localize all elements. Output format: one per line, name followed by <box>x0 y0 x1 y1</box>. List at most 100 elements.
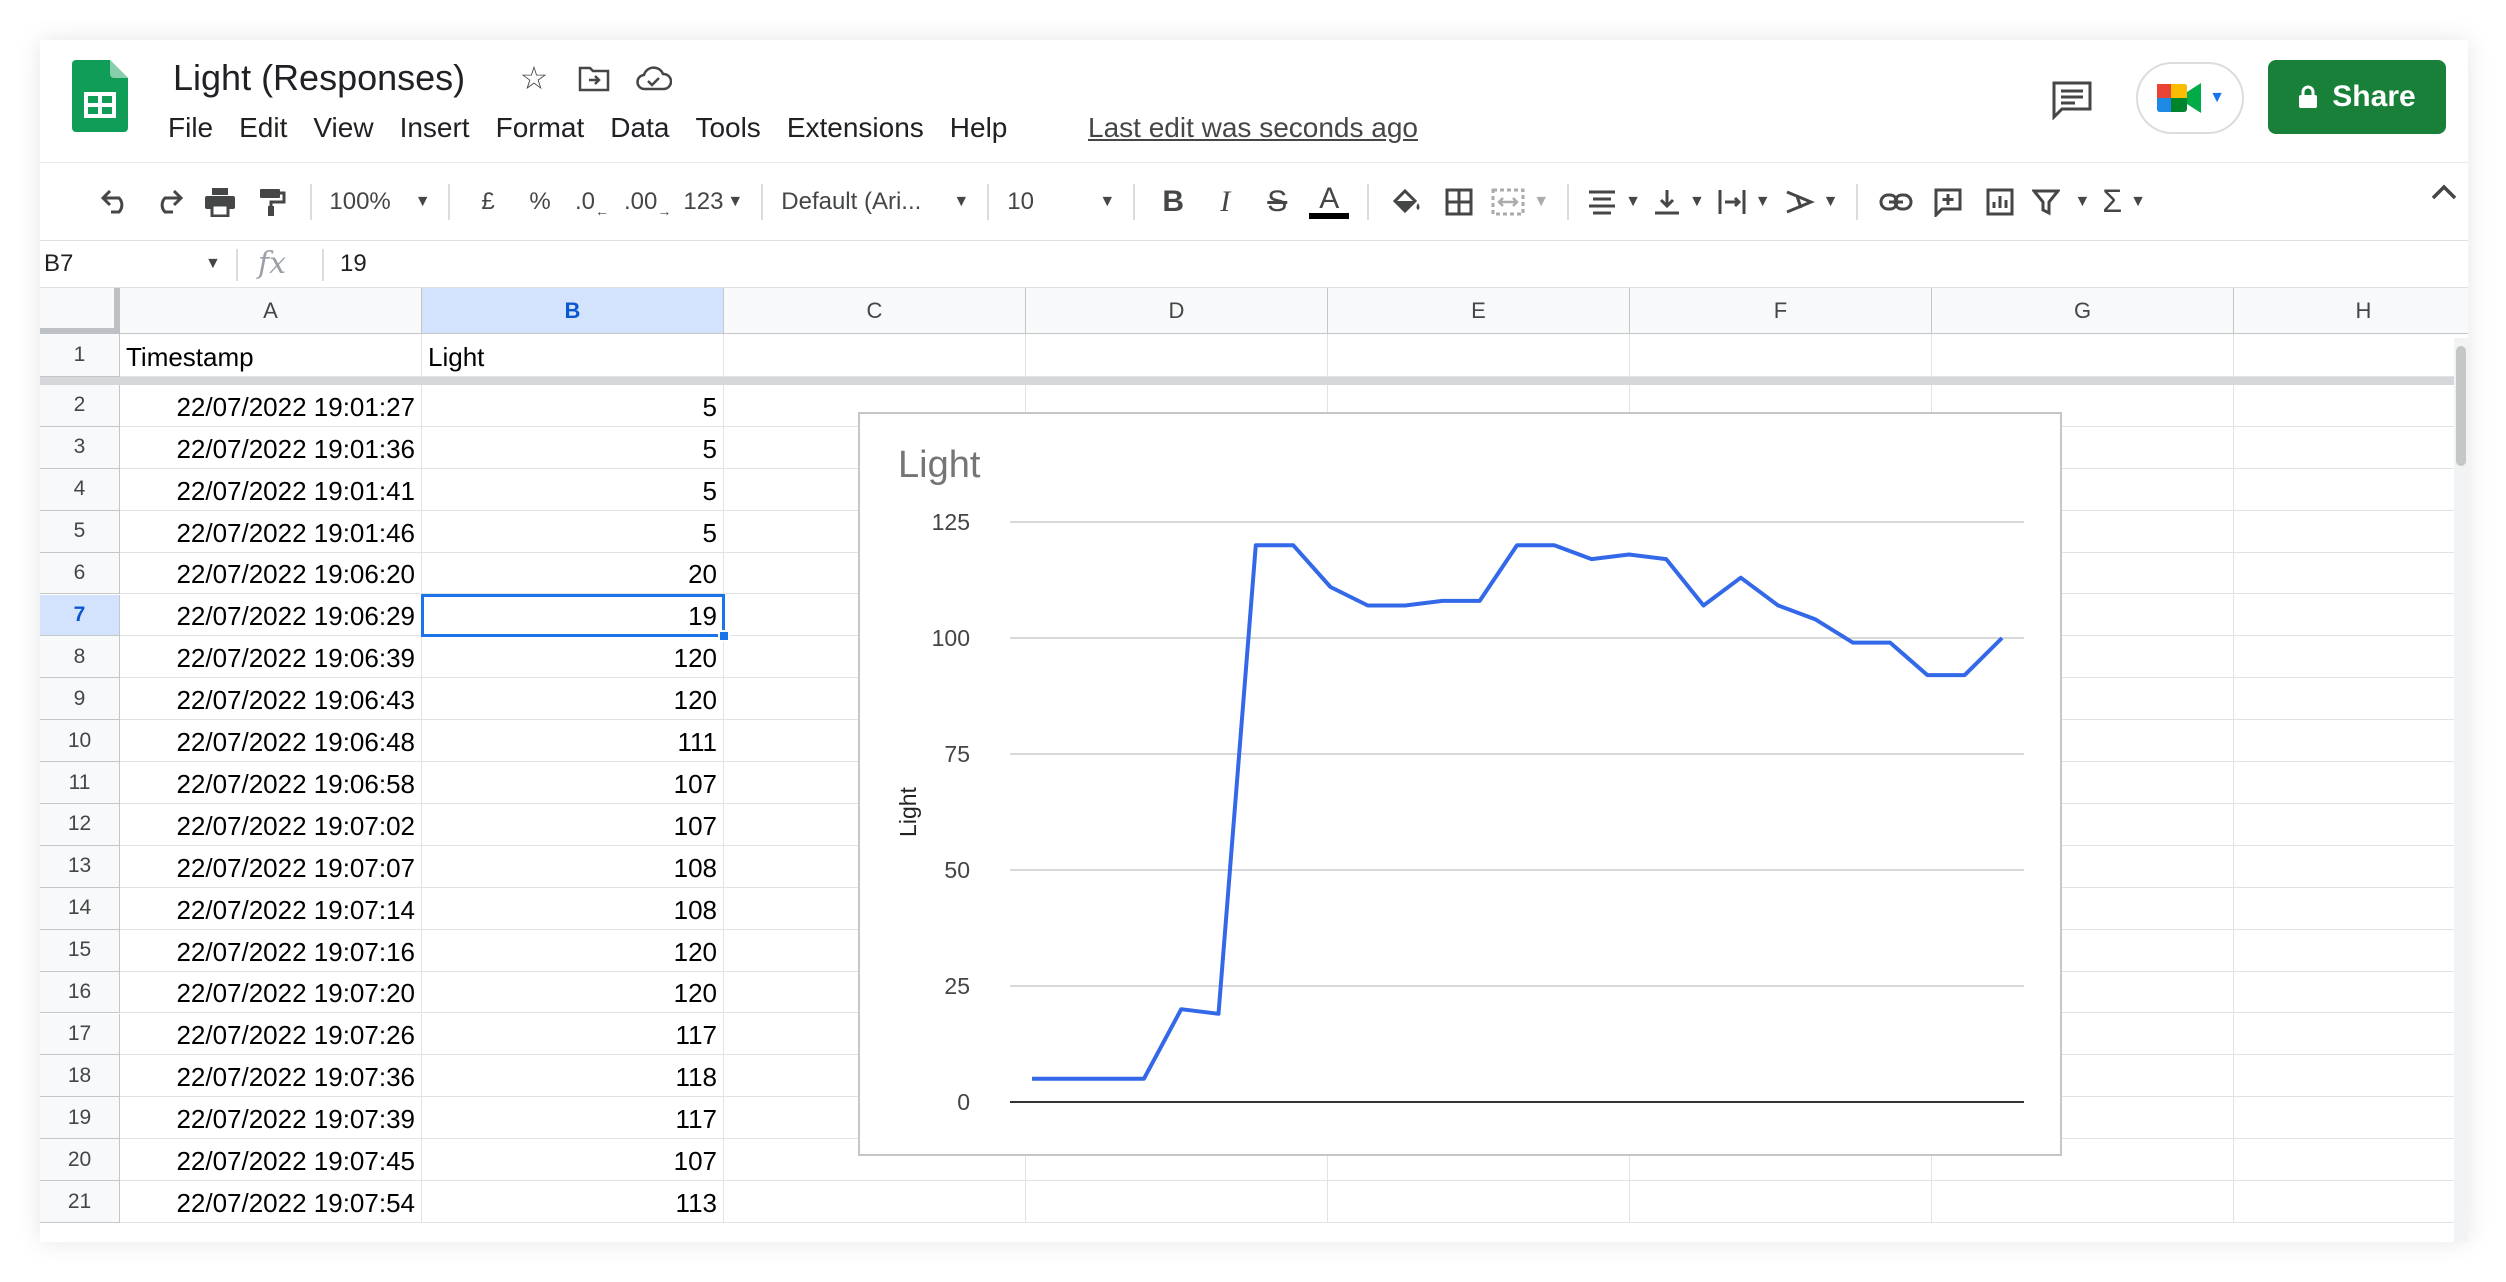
table-cell[interactable] <box>2234 930 2468 972</box>
document-title[interactable]: Light (Responses) <box>173 56 465 100</box>
column-header-d[interactable]: D <box>1026 288 1328 334</box>
select-all-corner[interactable] <box>40 288 120 334</box>
cell-a18[interactable]: 22/07/2022 19:07:36 <box>120 1055 422 1098</box>
table-cell[interactable] <box>2234 636 2468 679</box>
cell-b8[interactable]: 120 <box>422 636 724 679</box>
row-header-15[interactable]: 15 <box>40 929 120 972</box>
column-header-c[interactable]: C <box>724 288 1026 334</box>
cell-a8[interactable]: 22/07/2022 19:06:39 <box>120 636 422 679</box>
table-cell[interactable] <box>1932 334 2234 377</box>
cell-a1[interactable]: Timestamp <box>120 334 422 377</box>
filter-icon[interactable]: ▼ <box>2026 176 2096 228</box>
cell-a11[interactable]: 22/07/2022 19:06:58 <box>120 762 422 804</box>
cell-b4[interactable]: 5 <box>422 468 724 511</box>
insert-chart-icon[interactable] <box>1974 176 2026 228</box>
series-line[interactable] <box>1032 543 2004 1081</box>
column-header-h[interactable]: H <box>2234 288 2468 334</box>
table-cell[interactable] <box>724 1181 1026 1223</box>
menu-insert[interactable]: Insert <box>387 106 483 150</box>
table-cell[interactable] <box>2234 1097 2468 1140</box>
redo-icon[interactable] <box>142 176 194 228</box>
horizontal-align-icon[interactable]: ▼ <box>1581 176 1647 228</box>
cell-b14[interactable]: 108 <box>422 887 724 930</box>
increase-decimal-button[interactable]: .00 → <box>618 176 677 228</box>
cell-a10[interactable]: 22/07/2022 19:06:48 <box>120 720 422 763</box>
insert-link-icon[interactable] <box>1870 176 1922 228</box>
cell-b15[interactable]: 120 <box>422 929 724 972</box>
italic-button[interactable]: I <box>1199 176 1251 228</box>
fill-handle[interactable] <box>718 630 730 643</box>
table-cell[interactable] <box>724 334 1026 377</box>
format-percent-button[interactable]: % <box>514 176 566 228</box>
table-cell[interactable] <box>1328 1181 1630 1223</box>
cell-b20[interactable]: 107 <box>422 1139 724 1182</box>
text-color-button[interactable]: A <box>1303 176 1355 228</box>
cell-b17[interactable]: 117 <box>422 1013 724 1056</box>
text-wrapping-icon[interactable]: ▼ <box>1711 176 1777 228</box>
table-cell[interactable] <box>2234 888 2468 930</box>
table-cell[interactable] <box>2234 1181 2468 1223</box>
zoom-select[interactable]: 100% ▼ <box>324 176 436 228</box>
row-header-2[interactable]: 2 <box>40 385 120 427</box>
font-family-select[interactable]: Default (Ari... ▼ <box>775 176 975 228</box>
fill-color-icon[interactable] <box>1381 176 1433 228</box>
cell-b5[interactable]: 5 <box>422 510 724 553</box>
cell-b2[interactable]: 5 <box>422 385 724 427</box>
cell-a3[interactable]: 22/07/2022 19:01:36 <box>120 426 422 469</box>
row-header-17[interactable]: 17 <box>40 1013 120 1056</box>
cell-b19[interactable]: 117 <box>422 1097 724 1140</box>
cell-a16[interactable]: 22/07/2022 19:07:20 <box>120 971 422 1014</box>
menu-format[interactable]: Format <box>483 106 598 150</box>
table-cell[interactable] <box>1932 1181 2234 1223</box>
row-header-16[interactable]: 16 <box>40 971 120 1014</box>
row-header-18[interactable]: 18 <box>40 1055 120 1098</box>
table-cell[interactable] <box>2234 1014 2468 1056</box>
table-cell[interactable] <box>2234 762 2468 804</box>
cell-b6[interactable]: 20 <box>422 552 724 595</box>
cell-b10[interactable]: 111 <box>422 720 724 763</box>
column-header-a[interactable]: A <box>120 288 422 334</box>
comments-icon[interactable] <box>2040 68 2104 132</box>
row-header-21[interactable]: 21 <box>40 1181 120 1223</box>
cell-a14[interactable]: 22/07/2022 19:07:14 <box>120 887 422 930</box>
share-button[interactable]: Share <box>2268 60 2446 134</box>
cell-a5[interactable]: 22/07/2022 19:01:46 <box>120 510 422 553</box>
row-header-5[interactable]: 5 <box>40 510 120 553</box>
row-header-11[interactable]: 11 <box>40 762 120 804</box>
star-icon[interactable]: ☆ <box>514 58 554 98</box>
borders-icon[interactable] <box>1433 176 1485 228</box>
cell-a2[interactable]: 22/07/2022 19:01:27 <box>120 385 422 427</box>
menu-data[interactable]: Data <box>597 106 682 150</box>
menu-help[interactable]: Help <box>937 106 1021 150</box>
cell-b21[interactable]: 113 <box>422 1181 724 1223</box>
table-cell[interactable] <box>2234 334 2468 377</box>
cell-a6[interactable]: 22/07/2022 19:06:20 <box>120 552 422 595</box>
table-cell[interactable] <box>1328 334 1630 377</box>
insert-comment-icon[interactable] <box>1922 176 1974 228</box>
table-cell[interactable] <box>2234 469 2468 511</box>
row-header-1[interactable]: 1 <box>40 334 120 377</box>
cell-b9[interactable]: 120 <box>422 678 724 721</box>
collapse-toolbar-icon[interactable] <box>2430 175 2458 209</box>
table-cell[interactable] <box>2234 720 2468 763</box>
cell-b12[interactable]: 107 <box>422 804 724 846</box>
last-edit-link[interactable]: Last edit was seconds ago <box>1088 110 1418 146</box>
strikethrough-button[interactable]: S <box>1251 176 1303 228</box>
cell-b1[interactable]: Light <box>422 334 724 377</box>
row-header-6[interactable]: 6 <box>40 552 120 595</box>
format-currency-button[interactable]: £ <box>462 176 514 228</box>
menu-file[interactable]: File <box>155 106 226 150</box>
menu-extensions[interactable]: Extensions <box>774 106 937 150</box>
cell-a12[interactable]: 22/07/2022 19:07:02 <box>120 804 422 846</box>
row-header-4[interactable]: 4 <box>40 468 120 511</box>
cell-b13[interactable]: 108 <box>422 845 724 888</box>
column-header-g[interactable]: G <box>1932 288 2234 334</box>
table-cell[interactable] <box>2234 804 2468 846</box>
text-rotation-icon[interactable]: ▼ <box>1777 176 1845 228</box>
selected-cell-b7[interactable] <box>421 593 725 638</box>
cell-b18[interactable]: 118 <box>422 1055 724 1098</box>
row-header-12[interactable]: 12 <box>40 804 120 846</box>
cell-a15[interactable]: 22/07/2022 19:07:16 <box>120 929 422 972</box>
cell-b16[interactable]: 120 <box>422 971 724 1014</box>
menu-view[interactable]: View <box>300 106 386 150</box>
